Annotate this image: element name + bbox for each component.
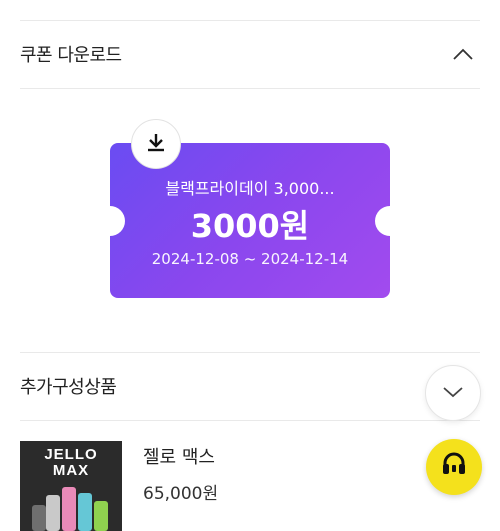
thumb-brand-line2: MAX	[52, 462, 90, 479]
product-price: 65,000원	[143, 484, 219, 504]
product-thumbnail[interactable]: JELLO MAX	[20, 441, 122, 531]
coupon-section-title: 쿠폰 다운로드	[20, 45, 122, 66]
thumb-device	[46, 495, 60, 531]
thumb-device	[62, 487, 76, 531]
coupon-card[interactable]: 블랙프라이데이 3,000... 3000원 2024-12-08 ~ 2024…	[95, 119, 405, 298]
chevron-down-icon	[442, 384, 464, 403]
addon-section-header[interactable]: 추가구성상품	[20, 352, 480, 420]
addon-section-title: 추가구성상품	[20, 377, 117, 398]
coupon-header-divider	[20, 88, 480, 89]
support-chat-button[interactable]	[426, 439, 482, 495]
coupon-download-button[interactable]	[131, 119, 181, 169]
headset-icon	[439, 450, 469, 484]
thumb-brand-line1: JELLO	[44, 446, 98, 463]
coupon-section-header[interactable]: 쿠폰 다운로드	[20, 20, 480, 88]
addon-header-divider	[20, 420, 480, 421]
thumb-device	[94, 501, 108, 531]
thumb-device	[78, 493, 92, 531]
download-icon	[145, 131, 167, 157]
coupon-name: 블랙프라이데이 3,000...	[165, 179, 335, 198]
chevron-up-icon[interactable]	[452, 43, 474, 65]
product-name[interactable]: 젤로 맥스	[143, 443, 215, 469]
coupon-dates: 2024-12-08 ~ 2024-12-14	[151, 250, 349, 268]
thumb-device	[32, 505, 46, 531]
scroll-down-button[interactable]	[425, 365, 481, 421]
coupon-amount: 3000원	[190, 207, 310, 245]
